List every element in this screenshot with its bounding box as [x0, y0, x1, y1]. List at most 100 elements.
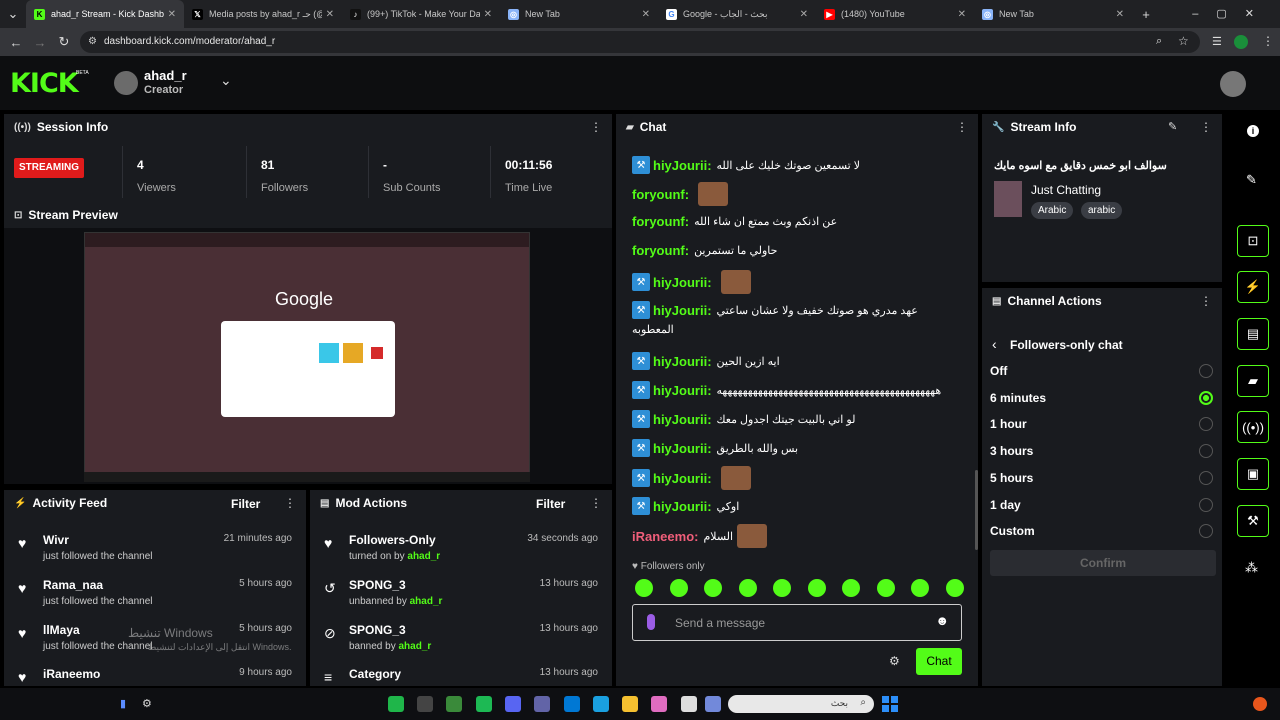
mod-kebab-icon[interactable]: ⋮	[590, 496, 602, 510]
chat-username[interactable]: hiyJourii:	[653, 303, 712, 318]
activity-user[interactable]: iRaneemo	[43, 667, 100, 681]
chat-username[interactable]: hiyJourii:	[653, 471, 712, 486]
emote-icon[interactable]	[669, 579, 688, 597]
edge-icon[interactable]	[593, 696, 609, 712]
notification-icon[interactable]	[1253, 697, 1267, 711]
close-tab-icon[interactable]: ✕	[800, 9, 808, 20]
avatar[interactable]	[114, 71, 138, 95]
video-icon[interactable]: ▣	[1237, 458, 1269, 490]
wrench-icon[interactable]: ⚒	[1237, 505, 1269, 537]
zoom-icon[interactable]: ⌕	[1156, 35, 1162, 48]
kick-logo[interactable]: KICK	[10, 68, 79, 99]
emoji-icon[interactable]: ☻	[935, 613, 949, 628]
activity-user[interactable]: Rama_naa	[43, 578, 153, 592]
confirm-button[interactable]: Confirm	[990, 550, 1216, 576]
option-label[interactable]: 6 minutes	[990, 391, 1046, 405]
profile-avatar[interactable]	[1234, 35, 1248, 49]
emote-icon[interactable]	[704, 579, 722, 597]
chat-username[interactable]: foryounf:	[632, 214, 689, 229]
taskbar-mic-icon[interactable]: ▮	[120, 697, 126, 710]
stream-info-kebab-icon[interactable]: ⋮	[1200, 120, 1212, 134]
emote-icon[interactable]	[842, 579, 860, 597]
chat-kebab-icon[interactable]: ⋮	[956, 120, 968, 134]
close-tab-icon[interactable]: ✕	[168, 9, 176, 20]
chat-username[interactable]: hiyJourii:	[653, 383, 712, 398]
chat-username[interactable]: hiyJourii:	[653, 499, 712, 514]
chat-username[interactable]: hiyJourii:	[653, 158, 712, 173]
mod-filter-button[interactable]: Filter	[536, 497, 565, 511]
chat-username[interactable]: hiyJourii:	[653, 441, 712, 456]
document-icon[interactable]: ▤	[1237, 318, 1269, 350]
screenshot-icon[interactable]: ⊡	[1237, 225, 1269, 257]
forward-icon[interactable]: →	[28, 35, 52, 50]
option-radio[interactable]	[1199, 444, 1213, 459]
preview-video[interactable]: Google	[84, 232, 530, 482]
mod-action-by[interactable]: ahad_r	[410, 596, 443, 607]
notepad-icon[interactable]	[681, 696, 697, 712]
taskbar-settings-icon[interactable]: ⚙	[142, 697, 152, 710]
mod-action-name[interactable]: Category	[349, 667, 401, 681]
option-label[interactable]: Off	[990, 364, 1007, 378]
chat-username[interactable]: hiyJourii:	[653, 354, 712, 369]
extensions-icon[interactable]: ☰	[1212, 35, 1222, 48]
teams-icon[interactable]	[534, 696, 550, 712]
copilot-icon[interactable]	[651, 696, 667, 712]
url-field[interactable]: dashboard.kick.com/moderator/ahad_r	[80, 31, 1200, 53]
activity-kebab-icon[interactable]: ⋮	[284, 496, 296, 510]
discord-icon[interactable]	[505, 696, 521, 712]
emote-icon[interactable]	[635, 579, 653, 597]
session-kebab-icon[interactable]: ⋮	[590, 120, 602, 134]
emote-icon[interactable]	[945, 579, 964, 597]
browser-tab[interactable]: 𝕏 Media posts by ahad_r حـ (@sh ✕	[184, 0, 342, 28]
taskbar-search[interactable]: بحث ⌕	[728, 695, 874, 713]
mod-action-by[interactable]: ahad_r	[399, 641, 432, 652]
chat-username[interactable]: iRaneemo:	[632, 529, 698, 544]
chat-scrollbar[interactable]	[975, 470, 978, 550]
close-tab-icon[interactable]: ✕	[958, 9, 966, 20]
emote-icon[interactable]	[773, 579, 791, 597]
browser-tab[interactable]: ♪ (99+) TikTok - Make Your Day ✕	[342, 0, 500, 28]
browser-tab[interactable]: ◎ New Tab ✕	[500, 0, 658, 28]
mod-action-name[interactable]: SPONG_3	[349, 578, 442, 592]
close-tab-icon[interactable]: ✕	[484, 9, 492, 20]
browser-tab[interactable]: ◎ New Tab ✕	[974, 0, 1132, 28]
start-icon[interactable]	[882, 696, 898, 712]
discord-app-icon[interactable]	[705, 696, 721, 712]
mic-icon[interactable]	[647, 614, 655, 630]
option-label[interactable]: Custom	[990, 524, 1035, 538]
new-tab-icon[interactable]: +	[1134, 7, 1158, 22]
close-tab-icon[interactable]: ✕	[326, 9, 334, 20]
option-radio[interactable]	[1199, 470, 1213, 485]
tab-search-icon[interactable]: ⌄	[0, 6, 26, 22]
close-tab-icon[interactable]: ✕	[642, 9, 650, 20]
menu-icon[interactable]: ⋮	[1262, 34, 1274, 48]
broadcast-icon[interactable]: ((•))	[1237, 411, 1269, 443]
emote-icon[interactable]	[911, 579, 929, 597]
mod-action-name[interactable]: SPONG_3	[349, 623, 431, 637]
back-icon[interactable]: ←	[4, 35, 28, 50]
chat-username[interactable]: hiyJourii:	[653, 412, 712, 427]
settings-app-icon[interactable]	[417, 696, 433, 712]
option-label[interactable]: 1 hour	[990, 417, 1027, 431]
site-info-icon[interactable]: ⚙	[88, 36, 97, 47]
edit-icon[interactable]: ✎	[1168, 120, 1177, 133]
chat-input[interactable]: Send a message ☻	[632, 604, 962, 641]
info-icon[interactable]: i	[1247, 125, 1259, 137]
back-chevron-icon[interactable]: ‹	[992, 336, 997, 352]
activity-user[interactable]: Wivr	[43, 533, 153, 547]
app-icon[interactable]	[446, 696, 462, 712]
explorer-icon[interactable]	[622, 696, 638, 712]
option-label[interactable]: 5 hours	[990, 471, 1033, 485]
emote-icon[interactable]	[738, 579, 757, 597]
chat-username[interactable]: foryounf:	[632, 187, 689, 202]
bolt-icon[interactable]: ⚡	[1237, 271, 1269, 303]
browser-tab[interactable]: ▶ (1480) YouTube ✕	[816, 0, 974, 28]
store-icon[interactable]	[388, 696, 404, 712]
chat-username[interactable]: hiyJourii:	[653, 275, 712, 290]
browser-tab[interactable]: Kahad_r Stream - Kick Dashboard ✕	[26, 0, 184, 28]
emote-icon[interactable]	[807, 579, 826, 597]
option-radio[interactable]	[1199, 497, 1213, 512]
option-label[interactable]: 1 day	[990, 498, 1021, 512]
emote-icon[interactable]	[876, 579, 895, 597]
bookmark-icon[interactable]: ☆	[1178, 34, 1189, 48]
